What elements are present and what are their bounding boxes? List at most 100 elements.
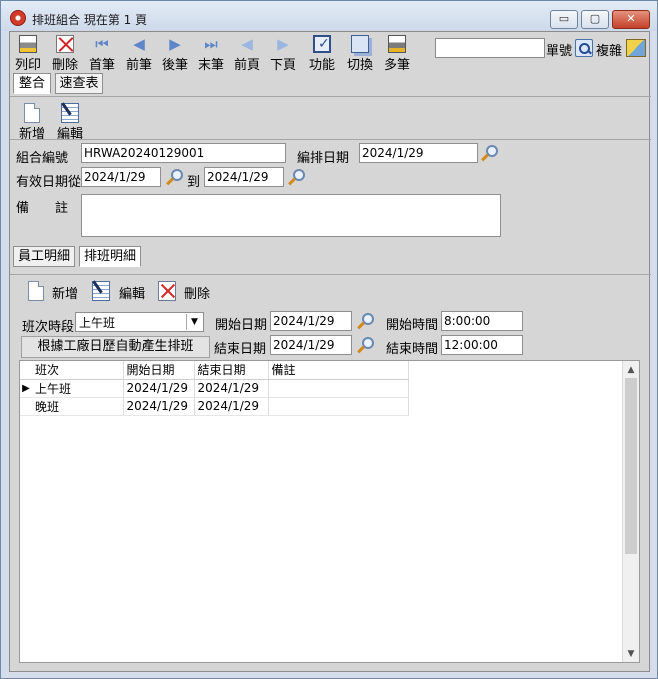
new-document-icon <box>24 103 40 123</box>
table-cell[interactable] <box>268 397 409 416</box>
window-title: 排班組合 現在第 1 頁 <box>32 13 148 27</box>
next-record-button[interactable]: ▶ 後筆 <box>161 32 189 73</box>
switch-button[interactable]: 切換 <box>346 32 374 73</box>
end-date-label: 結束日期 <box>214 342 267 357</box>
divider <box>10 274 651 275</box>
shift-period-select[interactable]: 上午班 ▼ <box>75 312 204 332</box>
delete-icon <box>56 35 74 53</box>
copy-label: 複雜 <box>596 44 623 59</box>
vertical-scrollbar[interactable]: ▲ ▼ <box>622 361 639 662</box>
printer-icon <box>19 35 37 53</box>
chevron-down-icon[interactable]: ▼ <box>186 314 202 330</box>
date-picker-icon[interactable] <box>288 169 305 185</box>
tab-combined[interactable]: 整合 <box>13 73 51 94</box>
tab-shift-details[interactable]: 排班明細 <box>79 246 141 267</box>
note-field[interactable] <box>81 194 501 237</box>
edit-document-icon <box>61 103 79 123</box>
last-record-button[interactable]: ⏭ 末筆 <box>197 32 225 73</box>
maximize-button[interactable]: ▢ <box>581 10 609 29</box>
valid-from-field[interactable]: 2024/1/29 <box>81 167 161 187</box>
schedule-date-field[interactable]: 2024/1/29 <box>359 143 478 163</box>
minimize-button[interactable]: ▭ <box>550 10 578 29</box>
valid-to-field[interactable]: 2024/1/29 <box>204 167 284 187</box>
add-record-button[interactable]: 新增 <box>15 101 49 142</box>
table-cell[interactable]: 2024/1/29 <box>123 397 195 416</box>
add-shift-button[interactable]: 新增 <box>26 279 82 319</box>
tab-employee-details[interactable]: 員工明細 <box>13 246 75 267</box>
order-number-label: 單號 <box>546 44 573 59</box>
note-label: 備 註 <box>16 201 69 216</box>
switch-view-icon <box>351 35 369 53</box>
row-indicator <box>20 397 32 416</box>
table-cell[interactable]: 上午班 <box>32 379 124 398</box>
new-document-icon <box>28 281 44 301</box>
current-row-indicator: ▶ <box>20 379 32 398</box>
print-button[interactable]: 列印 <box>14 32 42 73</box>
date-picker-icon[interactable] <box>357 337 374 353</box>
scroll-up-icon[interactable]: ▲ <box>623 361 639 378</box>
start-time-field[interactable]: 8:00:00 <box>441 311 523 331</box>
table-cell[interactable]: 晚班 <box>32 397 124 416</box>
app-logo-icon <box>10 10 26 26</box>
multi-print-icon <box>388 35 406 53</box>
end-time-field[interactable]: 12:00:00 <box>441 335 523 355</box>
column-header-start-date[interactable]: 開始日期 <box>123 361 195 380</box>
date-picker-icon[interactable] <box>166 169 183 185</box>
first-record-icon: ⏮ <box>95 35 109 53</box>
last-record-icon: ⏭ <box>204 35 218 53</box>
first-record-button[interactable]: ⏮ 首筆 <box>88 32 116 73</box>
page-down-icon: ▶ <box>277 35 289 53</box>
function-button[interactable]: 功能 <box>308 32 336 73</box>
table-cell[interactable]: 2024/1/29 <box>123 379 195 398</box>
copy-icon[interactable] <box>626 39 646 57</box>
delete-button[interactable]: 刪除 <box>51 32 79 73</box>
row-indicator-header <box>20 361 32 380</box>
next-page-button[interactable]: ▶ 下頁 <box>269 32 297 73</box>
tab-quick-lookup[interactable]: 速查表 <box>55 73 103 94</box>
table-row[interactable]: ▶ 上午班 2024/1/29 2024/1/29 <box>20 379 409 398</box>
shift-period-label: 班次時段 <box>22 320 75 335</box>
scroll-down-icon[interactable]: ▼ <box>623 645 639 662</box>
column-header-note[interactable]: 備註 <box>268 361 409 380</box>
date-picker-icon[interactable] <box>357 313 374 329</box>
client-area: 列印 刪除 ⏮ 首筆 ◀ 前筆 ▶ 後筆 ⏭ 末筆 ◀ 前頁 ▶ 下頁 ✓ 功能… <box>9 31 651 672</box>
shift-grid: 班次 開始日期 結束日期 備註 ▶ 上午班 2024/1/29 2024/1/2… <box>19 360 640 663</box>
shift-period-value: 上午班 <box>79 316 116 330</box>
group-code-field[interactable]: HRWA20240129001 <box>81 143 286 163</box>
table-cell[interactable] <box>268 379 409 398</box>
previous-page-button[interactable]: ◀ 前頁 <box>233 32 261 73</box>
close-button[interactable]: ✕ <box>612 10 650 29</box>
edit-record-button[interactable]: 編輯 <box>53 101 87 142</box>
end-time-label: 結束時間 <box>386 342 439 357</box>
order-number-search-input[interactable] <box>435 38 545 58</box>
search-icon[interactable] <box>575 39 593 57</box>
start-time-label: 開始時間 <box>386 318 439 333</box>
valid-from-label: 有效日期從 <box>16 175 82 190</box>
scroll-thumb[interactable] <box>625 378 637 554</box>
date-picker-icon[interactable] <box>481 145 498 161</box>
table-header-row: 班次 開始日期 結束日期 備註 <box>20 361 409 380</box>
start-date-field[interactable]: 2024/1/29 <box>270 311 352 331</box>
multi-record-button[interactable]: 多筆 <box>383 32 411 73</box>
app-window: 排班組合 現在第 1 頁 ▭ ▢ ✕ 列印 刪除 ⏮ 首筆 ◀ 前筆 ▶ 後筆 … <box>0 0 658 679</box>
column-header-end-date[interactable]: 結束日期 <box>194 361 269 380</box>
divider <box>10 139 651 140</box>
schedule-date-label: 編排日期 <box>297 151 350 166</box>
end-date-field[interactable]: 2024/1/29 <box>270 335 352 355</box>
function-icon <box>313 35 331 53</box>
chevron-right-icon: ▶ <box>169 35 181 53</box>
previous-record-button[interactable]: ◀ 前筆 <box>125 32 153 73</box>
group-code-label: 組合編號 <box>16 151 69 166</box>
table-row[interactable]: 晚班 2024/1/29 2024/1/29 <box>20 397 409 416</box>
start-date-label: 開始日期 <box>215 318 268 333</box>
table-cell[interactable]: 2024/1/29 <box>194 379 269 398</box>
delete-icon <box>158 281 176 301</box>
to-label: 到 <box>187 175 201 190</box>
shift-table: 班次 開始日期 結束日期 備註 ▶ 上午班 2024/1/29 2024/1/2… <box>20 361 409 416</box>
table-cell[interactable]: 2024/1/29 <box>194 397 269 416</box>
divider <box>10 96 651 97</box>
chevron-left-icon: ◀ <box>133 35 145 53</box>
auto-generate-schedule-button[interactable]: 根據工廠日歷自動產生排班 <box>21 336 210 358</box>
edit-document-icon <box>92 281 110 301</box>
column-header-shift[interactable]: 班次 <box>32 361 124 380</box>
